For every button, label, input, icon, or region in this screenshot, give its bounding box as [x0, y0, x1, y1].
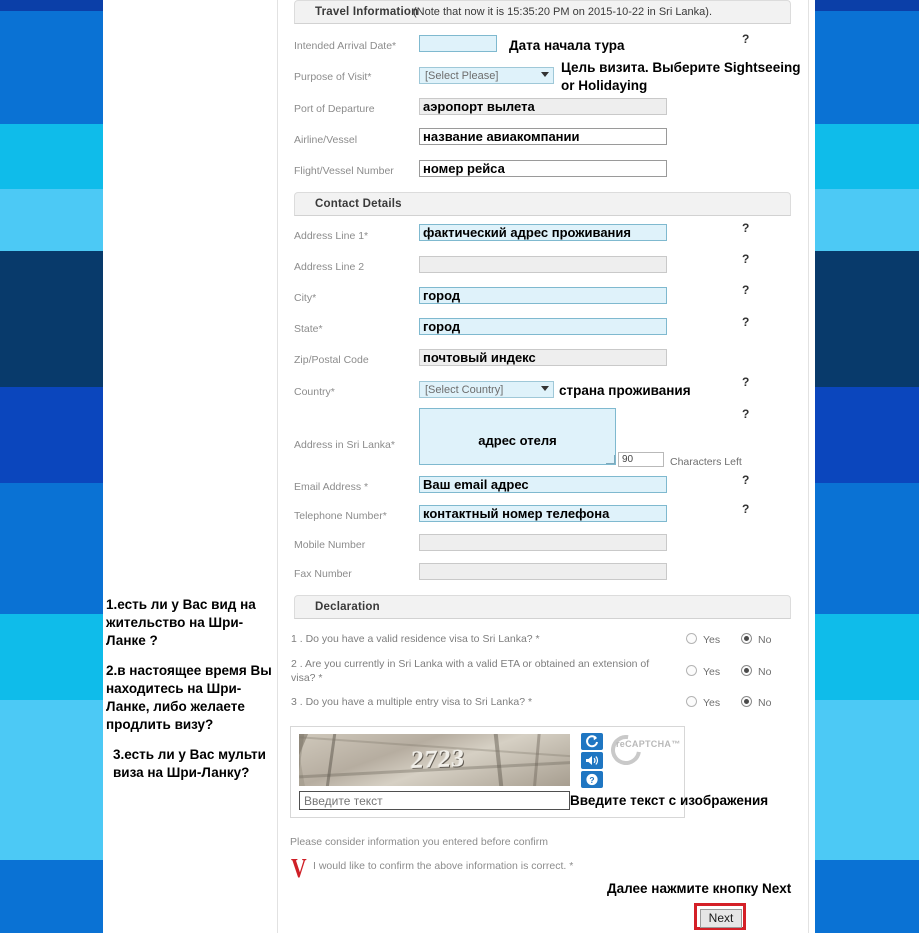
help-icon-email[interactable]: ? [742, 473, 749, 487]
city-input[interactable] [419, 287, 667, 304]
left-annotation-notes: 1.есть ли у Вас вид на жительство на Шри… [106, 596, 274, 794]
annotation-next-button: Далее нажмите кнопку Next [607, 881, 792, 896]
declaration-1-yes-radio[interactable] [686, 633, 697, 644]
characters-left-value: 90 [618, 452, 664, 467]
state-input[interactable] [419, 318, 667, 335]
purpose-of-visit-value: [Select Please] [425, 70, 499, 82]
resize-grip-icon[interactable] [606, 455, 615, 464]
recaptcha-brand-label: reCAPTCHA™ [616, 739, 681, 749]
telephone-number-input[interactable] [419, 505, 667, 522]
intended-arrival-date-input[interactable] [419, 35, 497, 52]
email-address-input[interactable] [419, 476, 667, 493]
background-stripes-right [815, 0, 919, 933]
declaration-question-2: 2 . Are you currently in Sri Lanka with … [291, 658, 650, 685]
recaptcha-logo-icon [605, 729, 647, 771]
declaration-2-yes-radio[interactable] [686, 665, 697, 676]
confirm-checkbox-label: I would like to confirm the above inform… [313, 860, 574, 872]
zip-postal-code-input[interactable] [419, 349, 667, 366]
left-note-2: 2.в настоящее время Вы находитесь на Шри… [106, 662, 272, 732]
declaration-3-yes-label: Yes [703, 697, 721, 709]
captcha-image: 2723 [299, 734, 570, 786]
help-icon-state[interactable]: ? [742, 315, 749, 329]
declaration-2-no-radio[interactable] [741, 665, 752, 676]
address-in-sri-lanka-textarea[interactable] [419, 408, 616, 465]
declaration-3-no-radio[interactable] [741, 696, 752, 707]
declaration-3-yes-radio[interactable] [686, 696, 697, 707]
port-of-departure-input[interactable] [419, 98, 667, 115]
label-fax-number: Fax Number [294, 568, 352, 580]
airline-vessel-input[interactable] [419, 128, 667, 145]
declaration-3-no-label: No [758, 697, 772, 709]
label-intended-arrival-date: Intended Arrival Date* [294, 40, 397, 52]
flight-vessel-number-input[interactable] [419, 160, 667, 177]
label-port-of-departure: Port of Departure [294, 103, 375, 115]
label-address-line-1: Address Line 1* [294, 230, 369, 242]
label-state: State* [294, 323, 323, 335]
declaration-question-1: 1 . Do you have a valid residence visa t… [291, 633, 540, 645]
label-mobile-number: Mobile Number [294, 539, 366, 551]
annotation-captcha: Введите текст с изображения [570, 793, 769, 808]
help-icon-country[interactable]: ? [742, 375, 749, 389]
captcha-text-input[interactable] [299, 791, 570, 810]
annotation-purpose-of-visit: Цель визита. Выберите Sightseeing or Hol… [561, 60, 801, 94]
country-select[interactable]: [Select Country] [419, 381, 554, 398]
background-stripes-left [0, 0, 103, 933]
label-country: Country* [294, 386, 335, 398]
label-airline-vessel: Airline/Vessel [294, 134, 358, 146]
contact-section-title: Contact Details [315, 198, 402, 210]
next-button[interactable]: Next [700, 909, 742, 928]
purpose-of-visit-select[interactable]: [Select Please] [419, 67, 554, 84]
declaration-question-3: 3 . Do you have a multiple entry visa to… [291, 696, 533, 708]
help-icon-address-sri-lanka[interactable]: ? [742, 407, 749, 421]
section-header-contact-details: Contact Details [294, 192, 791, 216]
declaration-1-no-label: No [758, 634, 772, 646]
annotation-arrival-date: Дата начала тура [509, 38, 625, 53]
label-address-line-2: Address Line 2 [294, 261, 365, 273]
help-icon-telephone[interactable]: ? [742, 502, 749, 516]
help-icon-arrival-date[interactable]: ? [742, 32, 749, 46]
label-email-address: Email Address * [294, 481, 369, 493]
screenshot-stage: 1.есть ли у Вас вид на жительство на Шри… [0, 0, 919, 933]
label-zip-postal-code: Zip/Postal Code [294, 354, 369, 366]
left-note-3: 3.есть ли у Вас мульти виза на Шри-Ланку… [113, 746, 266, 780]
travel-section-note: (Note that now it is 15:35:20 PM on 2015… [413, 6, 713, 18]
address-line-2-input[interactable] [419, 256, 667, 273]
declaration-2-yes-label: Yes [703, 666, 721, 678]
label-address-in-sri-lanka: Address in Sri Lanka* [294, 439, 395, 451]
svg-text:?: ? [589, 775, 594, 785]
mobile-number-input[interactable] [419, 534, 667, 551]
address-line-1-input[interactable] [419, 224, 667, 241]
help-icon-address-line-2[interactable]: ? [742, 252, 749, 266]
next-button-highlight: Next [694, 903, 746, 930]
declaration-1-yes-label: Yes [703, 634, 721, 646]
declaration-1-no-radio[interactable] [741, 633, 752, 644]
annotation-country: страна проживания [559, 383, 691, 398]
section-header-declaration: Declaration [294, 595, 791, 619]
confirm-red-check-annotation: V [290, 853, 307, 883]
chevron-down-icon [541, 386, 549, 391]
characters-left-label: Characters Left [670, 456, 742, 468]
audio-icon[interactable] [581, 752, 603, 769]
refresh-icon[interactable] [581, 733, 603, 750]
label-telephone-number: Telephone Number* [294, 510, 387, 522]
travel-section-title: Travel Information [315, 6, 419, 18]
captcha-control-buttons: ? [581, 733, 603, 790]
section-header-travel-information: Travel Information (Note that now it is … [294, 0, 791, 24]
consider-information-text: Please consider information you entered … [290, 836, 548, 848]
help-icon-city[interactable]: ? [742, 283, 749, 297]
label-purpose-of-visit: Purpose of Visit* [294, 71, 372, 83]
captcha-image-text: 2723 [410, 745, 467, 774]
label-city: City* [294, 292, 317, 304]
chevron-down-icon [541, 72, 549, 77]
declaration-2-no-label: No [758, 666, 772, 678]
help-icon-address-line-1[interactable]: ? [742, 221, 749, 235]
fax-number-input[interactable] [419, 563, 667, 580]
label-flight-vessel-number: Flight/Vessel Number [294, 165, 394, 177]
country-select-value: [Select Country] [425, 384, 504, 396]
declaration-section-title: Declaration [315, 601, 380, 613]
help-icon[interactable]: ? [581, 771, 603, 788]
left-note-1: 1.есть ли у Вас вид на жительство на Шри… [106, 597, 256, 648]
